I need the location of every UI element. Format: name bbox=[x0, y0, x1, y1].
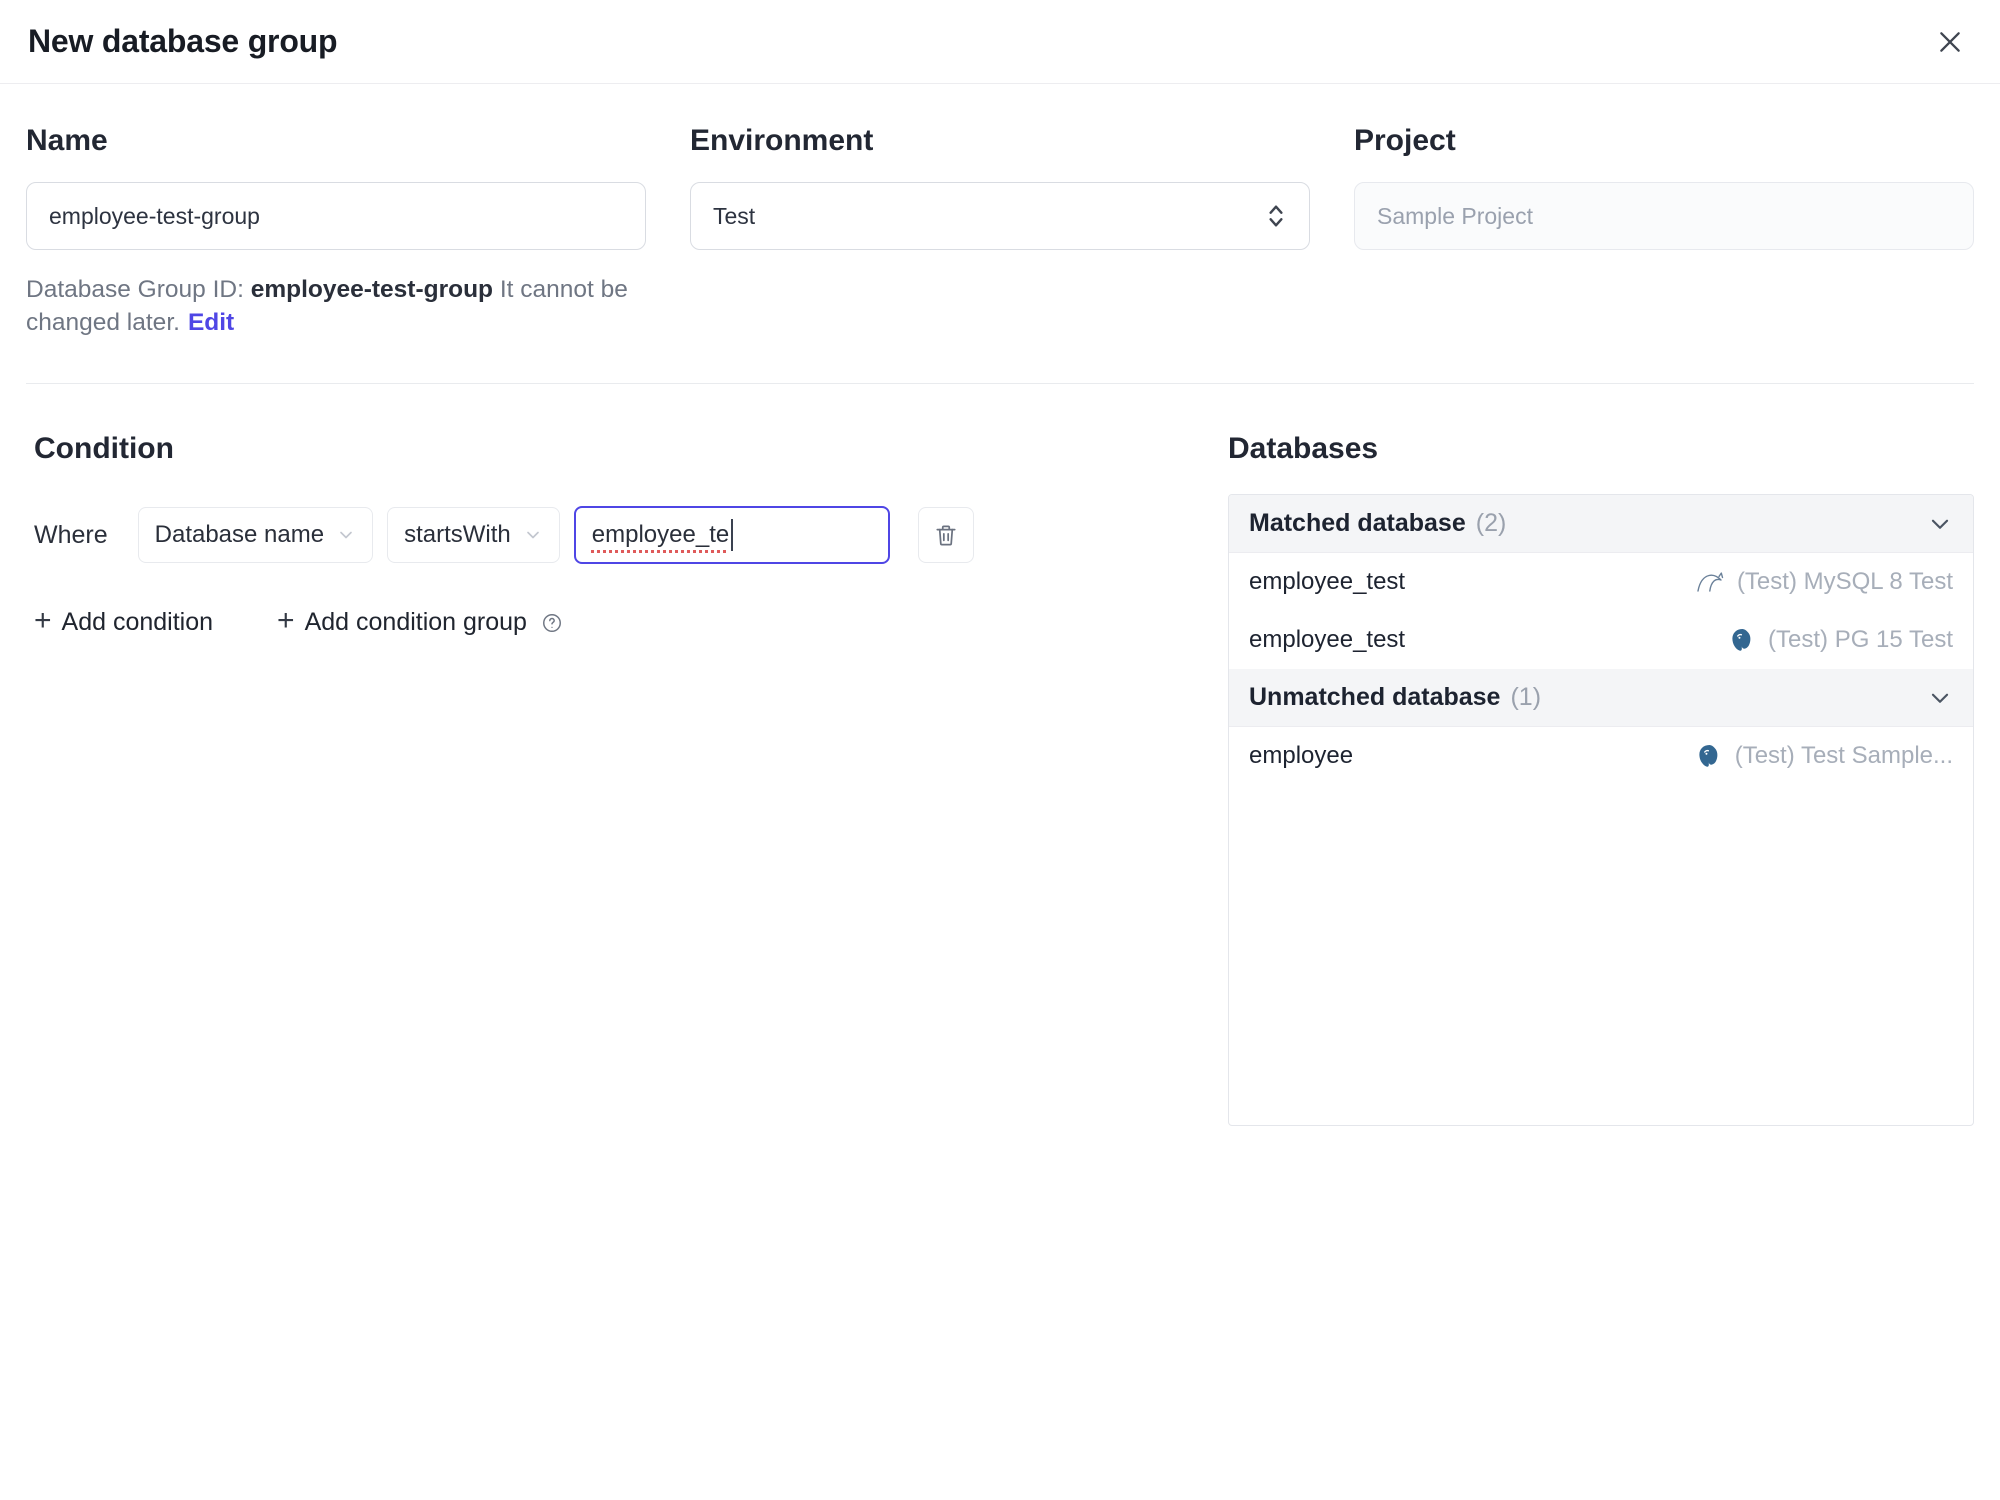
text-caret bbox=[731, 519, 734, 552]
condition-section: Condition Where Database name startsWith bbox=[26, 432, 1228, 637]
postgresql-icon bbox=[1732, 628, 1751, 651]
database-meta: (Test) MySQL 8 Test bbox=[1695, 568, 1953, 596]
close-icon bbox=[1940, 31, 1960, 52]
dialog-header: New database group bbox=[0, 0, 2000, 84]
field-selector-value: Database name bbox=[154, 521, 325, 549]
mysql-icon bbox=[1697, 572, 1724, 592]
operator-selector-value: startsWith bbox=[404, 521, 511, 549]
dialog-body: Name Database Group ID: employee-test-gr… bbox=[0, 124, 2000, 1127]
name-label: Name bbox=[26, 124, 108, 157]
trash-icon bbox=[936, 525, 956, 546]
name-input[interactable] bbox=[26, 182, 646, 250]
databases-section: Databases Matched database (2) employee_t… bbox=[1228, 432, 1974, 1127]
unmatched-database-title: Unmatched database (1) bbox=[1249, 683, 1542, 712]
condition-row: Where Database name startsWith employee_… bbox=[34, 506, 1228, 565]
chevron-down-icon bbox=[1931, 519, 1949, 529]
group-id-prefix: Database Group ID: bbox=[26, 276, 251, 303]
close-button[interactable] bbox=[1928, 20, 1972, 64]
group-id-value: employee-test-group bbox=[250, 276, 494, 303]
project-value: Sample Project bbox=[1377, 202, 1533, 229]
page-title: New database group bbox=[28, 23, 338, 59]
databases-heading: Databases bbox=[1228, 432, 1379, 466]
condition-heading: Condition bbox=[34, 432, 174, 466]
add-condition-group-label: Add condition group bbox=[304, 608, 527, 637]
help-icon bbox=[541, 612, 563, 634]
select-updown-icon bbox=[1269, 205, 1283, 227]
plus-icon: + bbox=[34, 604, 52, 638]
lower-section: Condition Where Database name startsWith bbox=[26, 432, 1974, 1127]
environment-field-group: Environment Test bbox=[690, 124, 1310, 339]
database-meta: (Test) PG 15 Test bbox=[1729, 626, 1953, 654]
environment-label: Environment bbox=[690, 124, 874, 157]
project-field-group: Project Sample Project bbox=[1354, 124, 1974, 339]
add-condition-label: Add condition bbox=[61, 608, 214, 637]
project-label: Project bbox=[1354, 124, 1456, 157]
matched-database-title: Matched database (2) bbox=[1249, 509, 1507, 538]
section-divider bbox=[26, 383, 1974, 385]
environment-select[interactable]: Test bbox=[690, 182, 1310, 250]
database-row[interactable]: employee_test (Test) PG 15 Test bbox=[1229, 611, 1973, 670]
matched-database-header[interactable]: Matched database (2) bbox=[1229, 495, 1973, 554]
plus-icon: + bbox=[277, 604, 295, 638]
chevron-down-icon bbox=[1931, 693, 1949, 703]
database-row[interactable]: employee (Test) Test Sample... bbox=[1229, 727, 1973, 786]
environment-value: Test bbox=[713, 202, 756, 229]
add-condition-group-button[interactable]: + Add condition group bbox=[277, 604, 563, 638]
condition-actions: + Add condition + Add condition group bbox=[34, 604, 1228, 638]
where-label: Where bbox=[34, 520, 108, 549]
field-selector[interactable]: Database name bbox=[137, 507, 374, 564]
new-database-group-dialog: New database group Name Database Group I… bbox=[0, 0, 2000, 1127]
edit-link[interactable]: Edit bbox=[188, 309, 234, 336]
form-grid: Name Database Group ID: employee-test-gr… bbox=[26, 124, 1974, 339]
chevron-down-icon bbox=[340, 531, 352, 539]
database-row[interactable]: employee_test (Test) MySQL 8 Test bbox=[1229, 553, 1973, 612]
chevron-down-icon bbox=[526, 531, 539, 539]
database-meta: (Test) Test Sample... bbox=[1696, 742, 1953, 770]
condition-value-input[interactable]: employee_te bbox=[573, 506, 890, 565]
group-id-note: Database Group ID: employee-test-group I… bbox=[26, 274, 646, 339]
condition-value-text: employee_te bbox=[591, 521, 730, 549]
unmatched-database-header[interactable]: Unmatched database (1) bbox=[1229, 669, 1973, 728]
project-input: Sample Project bbox=[1354, 182, 1974, 250]
delete-condition-button[interactable] bbox=[917, 507, 974, 564]
postgresql-icon bbox=[1699, 744, 1718, 767]
operator-selector[interactable]: startsWith bbox=[387, 507, 560, 564]
add-condition-button[interactable]: + Add condition bbox=[34, 604, 214, 638]
databases-panel: Matched database (2) employee_test (Test… bbox=[1228, 494, 1974, 1127]
name-field-group: Name Database Group ID: employee-test-gr… bbox=[26, 124, 646, 339]
